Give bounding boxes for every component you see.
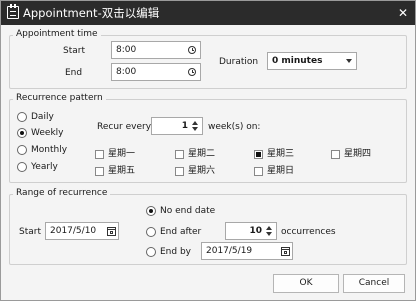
clock-icon[interactable] bbox=[188, 68, 196, 76]
radio-daily-label: Daily bbox=[31, 112, 54, 122]
radio-no-end-date-label: No end date bbox=[160, 206, 216, 216]
range-start-date-input[interactable]: 2017/5/10 bbox=[45, 222, 119, 240]
checkbox-tuesday-label: 星期二 bbox=[188, 149, 216, 159]
calendar-icon[interactable] bbox=[107, 227, 116, 236]
radio-yearly[interactable] bbox=[17, 162, 27, 172]
start-time-label: Start bbox=[63, 46, 85, 56]
occurrences-label: occurrences bbox=[281, 227, 336, 237]
clock-icon[interactable] bbox=[188, 46, 196, 54]
end-by-date-input[interactable]: 2017/5/19 bbox=[201, 242, 293, 260]
start-time-value: 8:00 bbox=[116, 45, 137, 55]
checkbox-friday[interactable] bbox=[95, 167, 104, 176]
appointment-dialog: Appointment-双击以编辑 ✕ Appointment time Sta… bbox=[0, 0, 416, 301]
window-title: Appointment-双击以编辑 bbox=[23, 6, 160, 20]
radio-no-end-date[interactable] bbox=[146, 206, 156, 216]
radio-yearly-label: Yearly bbox=[31, 162, 58, 172]
chevron-down-icon[interactable] bbox=[346, 59, 352, 63]
title-bar: Appointment-双击以编辑 ✕ bbox=[1, 1, 415, 25]
checkbox-sunday-label: 星期日 bbox=[267, 166, 295, 176]
calendar-app-icon bbox=[7, 4, 19, 19]
radio-monthly[interactable] bbox=[17, 145, 27, 155]
recurrence-pattern-legend: Recurrence pattern bbox=[13, 92, 106, 104]
duration-value: 0 minutes bbox=[272, 56, 323, 66]
checkbox-monday-label: 星期一 bbox=[108, 149, 136, 159]
recur-every-label: Recur every bbox=[97, 122, 152, 132]
end-after-value: 10 bbox=[249, 226, 262, 236]
recur-every-stepper[interactable]: 1 bbox=[151, 117, 203, 135]
checkbox-friday-label: 星期五 bbox=[108, 166, 136, 176]
recur-every-value: 1 bbox=[181, 121, 188, 131]
end-by-date-value: 2017/5/19 bbox=[206, 246, 253, 256]
checkbox-saturday[interactable] bbox=[175, 167, 184, 176]
checkbox-thursday[interactable] bbox=[331, 150, 340, 159]
end-time-label: End bbox=[65, 68, 83, 78]
appointment-time-legend: Appointment time bbox=[13, 28, 101, 40]
radio-end-by-label: End by bbox=[160, 247, 192, 257]
checkbox-monday[interactable] bbox=[95, 150, 104, 159]
radio-end-after[interactable] bbox=[146, 227, 156, 237]
spin-down-icon[interactable] bbox=[266, 232, 272, 236]
checkbox-wednesday[interactable] bbox=[254, 150, 263, 159]
range-start-date-value: 2017/5/10 bbox=[50, 226, 97, 236]
radio-weekly[interactable] bbox=[17, 128, 27, 138]
radio-end-after-label: End after bbox=[160, 227, 202, 237]
end-time-input[interactable]: 8:00 bbox=[111, 63, 201, 81]
close-icon[interactable]: ✕ bbox=[395, 5, 411, 21]
end-time-value: 8:00 bbox=[116, 67, 137, 77]
radio-end-by[interactable] bbox=[146, 247, 156, 257]
end-after-stepper[interactable]: 10 bbox=[225, 222, 277, 240]
start-time-input[interactable]: 8:00 bbox=[111, 41, 201, 59]
spin-up-icon[interactable] bbox=[266, 226, 272, 230]
radio-weekly-label: Weekly bbox=[31, 128, 64, 138]
checkbox-sunday[interactable] bbox=[254, 167, 263, 176]
checkbox-thursday-label: 星期四 bbox=[344, 149, 372, 159]
ok-button[interactable]: OK bbox=[273, 274, 339, 293]
checkbox-tuesday[interactable] bbox=[175, 150, 184, 159]
calendar-icon[interactable] bbox=[281, 247, 290, 256]
range-of-recurrence-legend: Range of recurrence bbox=[13, 187, 111, 199]
cancel-button[interactable]: Cancel bbox=[343, 274, 405, 293]
range-start-label: Start bbox=[19, 227, 41, 237]
radio-daily[interactable] bbox=[17, 112, 27, 122]
weeks-on-label: week(s) on: bbox=[208, 122, 261, 132]
duration-select[interactable]: 0 minutes bbox=[267, 52, 357, 70]
checkbox-wednesday-label: 星期三 bbox=[267, 149, 295, 159]
spin-up-icon[interactable] bbox=[192, 121, 198, 125]
spin-down-icon[interactable] bbox=[192, 127, 198, 131]
duration-label: Duration bbox=[219, 57, 259, 67]
radio-monthly-label: Monthly bbox=[31, 145, 68, 155]
checkbox-saturday-label: 星期六 bbox=[188, 166, 216, 176]
